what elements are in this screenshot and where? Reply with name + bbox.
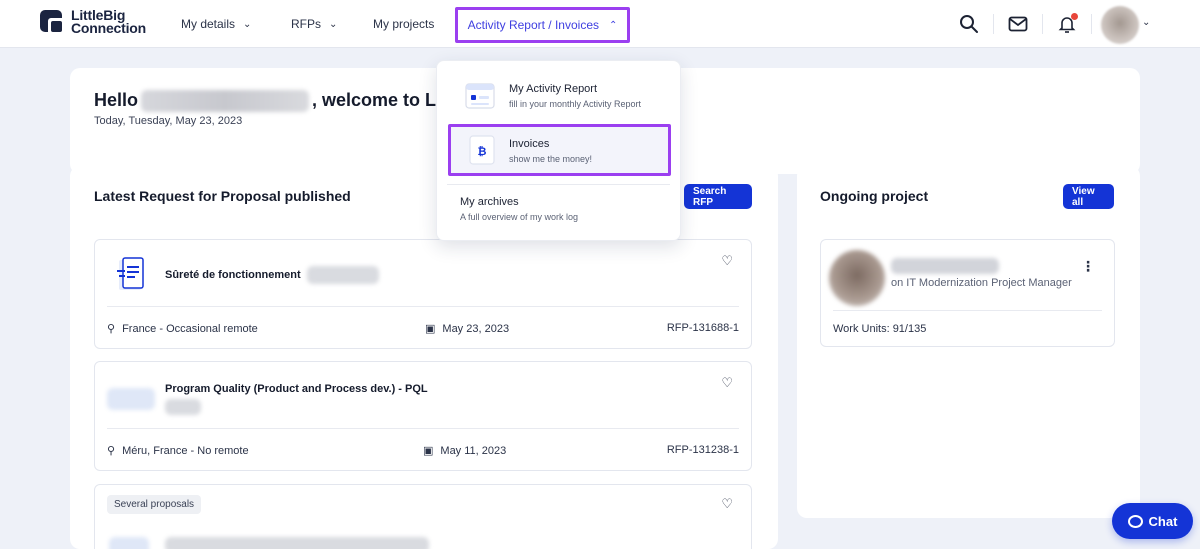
menu-item-subtitle: show me the money!	[509, 154, 593, 164]
menu-item-invoices[interactable]: ₿ Invoices show me the money!	[448, 124, 671, 176]
nav-my-projects[interactable]: My projects	[373, 0, 434, 48]
search-icon[interactable]	[959, 14, 979, 34]
rfp-reference: RFP-131238-1	[666, 444, 739, 456]
blurred-company-logo	[109, 537, 149, 549]
blurred-client-name	[891, 258, 999, 274]
blurred-company-logo	[107, 388, 155, 410]
hello-suffix: , welcome to Li	[312, 90, 442, 110]
top-navigation-bar: LittleBig Connection My details ⌄ RFPs ⌄…	[0, 0, 1200, 48]
project-role: on IT Modernization Project Manager	[891, 277, 1072, 289]
rfp-date-text: May 23, 2023	[442, 322, 510, 335]
header-divider	[1042, 14, 1043, 34]
rfp-location: ⚲ France - Occasional remote	[107, 322, 258, 336]
logo[interactable]: LittleBig Connection	[40, 8, 146, 36]
divider	[447, 184, 670, 185]
blurred-rfp-name	[165, 537, 429, 549]
menu-item-title: Invoices	[509, 138, 550, 150]
rfp-date-text: May 11, 2023	[440, 444, 507, 457]
rfp-date: ▣ May 11, 2023	[423, 444, 507, 458]
nav-rfps[interactable]: RFPs ⌄	[291, 0, 337, 48]
rfp-list-item[interactable]: Several proposals ♡	[94, 484, 752, 549]
avatar[interactable]	[1101, 6, 1139, 44]
favorite-heart-icon[interactable]: ♡	[721, 375, 733, 391]
view-all-button[interactable]: View all	[1063, 184, 1114, 209]
rfp-location-text: Méru, France - No remote	[122, 444, 249, 457]
chevron-up-icon: ⌃	[609, 19, 618, 31]
nav-my-details[interactable]: My details ⌄	[181, 0, 251, 48]
nav-my-details-label: My details	[181, 17, 236, 31]
menu-item-subtitle: A full overview of my work log	[460, 212, 579, 222]
invoice-bitcoin-icon: ₿	[469, 135, 495, 165]
ongoing-project-card: Ongoing project View all on IT Moderniza…	[797, 166, 1140, 518]
rfp-location-text: France - Occasional remote	[122, 322, 258, 335]
today-date: Today, Tuesday, May 23, 2023	[94, 115, 243, 127]
logo-mark-icon	[40, 9, 65, 35]
rfp-name: Program Quality (Product and Process dev…	[165, 383, 428, 395]
work-units: Work Units: 91/135	[833, 323, 927, 335]
divider	[107, 306, 739, 307]
rfp-location: ⚲ Méru, France - No remote	[107, 444, 249, 458]
favorite-heart-icon[interactable]: ♡	[721, 253, 733, 269]
chevron-down-icon: ⌄	[329, 18, 338, 30]
blurred-user-name	[141, 90, 310, 113]
nav-rfps-label: RFPs	[291, 17, 321, 31]
notification-dot	[1071, 13, 1078, 20]
search-rfp-button[interactable]: Search RFP	[684, 184, 752, 209]
rfp-reference: RFP-131688-1	[666, 322, 739, 334]
nav-activity-report-invoices[interactable]: Activity Report / Invoices ⌃	[455, 7, 630, 43]
rfp-list-item[interactable]: Sûreté de fonctionnement ♡ ⚲ France - Oc…	[94, 239, 752, 349]
chevron-down-icon[interactable]: ⌄	[1142, 17, 1150, 28]
menu-item-title: My archives	[460, 196, 519, 208]
calendar-icon: ▣	[423, 445, 434, 457]
logo-text: LittleBig Connection	[71, 8, 146, 36]
logo-line2: Connection	[71, 20, 146, 36]
activity-report-icon	[465, 83, 495, 109]
chat-button[interactable]: Chat	[1112, 503, 1193, 539]
activity-invoices-dropdown: My Activity Report fill in your monthly …	[436, 60, 681, 241]
document-icon	[117, 257, 144, 290]
menu-item-subtitle: fill in your monthly Activity Report	[509, 99, 642, 109]
nav-activity-label: Activity Report / Invoices	[467, 18, 599, 32]
favorite-heart-icon[interactable]: ♡	[721, 496, 733, 512]
divider	[833, 310, 1102, 311]
more-options-icon[interactable]: ⋮	[1081, 258, 1095, 275]
header-divider	[1091, 14, 1092, 34]
blurred-company	[165, 399, 201, 415]
nav-my-projects-label: My projects	[373, 17, 435, 31]
rfp-list-item[interactable]: Program Quality (Product and Process dev…	[94, 361, 752, 471]
ongoing-project-title: Ongoing project	[820, 188, 929, 204]
calendar-icon: ▣	[425, 323, 436, 335]
avatar	[829, 250, 885, 306]
rfp-date: ▣ May 23, 2023	[425, 322, 510, 336]
menu-item-title: My Activity Report	[509, 83, 598, 95]
blurred-company	[307, 266, 379, 284]
project-list-item[interactable]: on IT Modernization Project Manager ⋮ Wo…	[820, 239, 1115, 347]
location-pin-icon: ⚲	[107, 323, 116, 335]
svg-text:₿: ₿	[478, 145, 487, 158]
chevron-down-icon: ⌄	[243, 18, 252, 30]
several-proposals-badge: Several proposals	[107, 495, 202, 514]
header-divider	[993, 14, 994, 34]
divider	[107, 428, 739, 429]
menu-item-my-activity-report[interactable]: My Activity Report fill in your monthly …	[447, 75, 670, 115]
menu-item-my-archives[interactable]: My archives A full overview of my work l…	[447, 191, 670, 227]
chat-label: Chat	[1148, 513, 1178, 529]
latest-rfp-title: Latest Request for Proposal published	[94, 188, 351, 204]
chat-bubble-icon	[1127, 514, 1143, 528]
location-pin-icon: ⚲	[107, 445, 116, 457]
welcome-heading: Hello , welcome to Li	[94, 90, 442, 113]
hello-prefix: Hello	[94, 90, 139, 110]
mail-icon[interactable]	[1008, 14, 1028, 34]
rfp-name: Sûreté de fonctionnement	[165, 269, 301, 281]
